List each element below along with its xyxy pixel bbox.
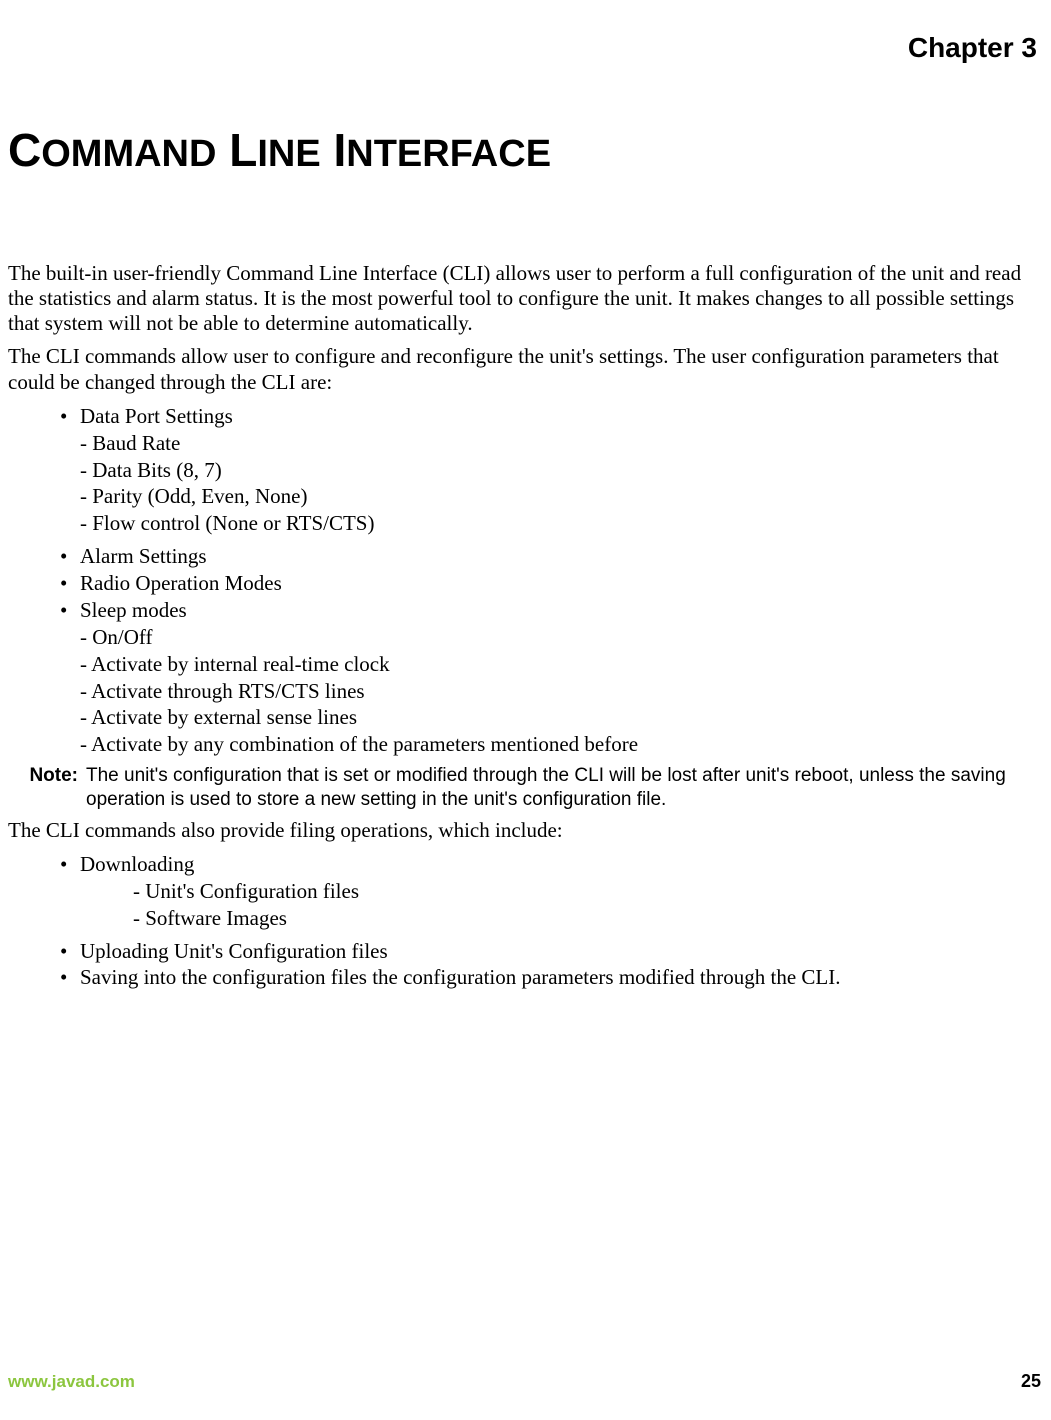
title-word-1a: C (8, 124, 41, 176)
intro-paragraph-1: The built-in user-friendly Command Line … (8, 261, 1043, 337)
parameter-list: Data Port Settings (8, 403, 1043, 430)
sub-item: - On/Off (8, 624, 1043, 651)
sub-item: - Flow control (None or RTS/CTS) (8, 510, 1043, 537)
footer-page-number: 25 (1021, 1371, 1041, 1392)
title-word-3b: NTERFACE (346, 133, 551, 175)
filing-list: Uploading Unit's Configuration files Sav… (8, 938, 1043, 992)
list-item: Alarm Settings (8, 543, 1043, 570)
sub-item: - Parity (Odd, Even, None) (8, 483, 1043, 510)
sub-item: - Data Bits (8, 7) (8, 457, 1043, 484)
list-item: Downloading (8, 851, 1043, 878)
paragraph-3: The CLI commands also provide filing ope… (8, 818, 1043, 843)
note-body: The unit's configuration that is set or … (86, 764, 1043, 812)
title-word-3a: I (333, 124, 346, 176)
sub-item: - Activate by any combination of the par… (8, 731, 1043, 758)
page-title: COMMAND LINE INTERFACE (8, 126, 1043, 175)
title-word-1b: OMMAND (41, 133, 216, 175)
sub-item: - Activate by external sense lines (8, 704, 1043, 731)
intro-paragraph-2: The CLI commands allow user to configure… (8, 344, 1043, 394)
sub-item: - Activate through RTS/CTS lines (8, 678, 1043, 705)
note-block: Note: The unit's configuration that is s… (8, 764, 1043, 812)
title-word-2a: L (229, 124, 257, 176)
parameter-list: Alarm Settings Radio Operation Modes Sle… (8, 543, 1043, 624)
chapter-label: Chapter 3 (8, 32, 1037, 64)
sub-item: - Baud Rate (8, 430, 1043, 457)
footer-url: www.javad.com (8, 1372, 135, 1392)
filing-list: Downloading (8, 851, 1043, 878)
list-item: Radio Operation Modes (8, 570, 1043, 597)
page-footer: www.javad.com 25 (8, 1371, 1041, 1392)
sub-item: - Software Images (8, 905, 1043, 932)
list-item: Saving into the configuration files the … (8, 964, 1043, 991)
list-item: Data Port Settings (8, 403, 1043, 430)
sub-item: - Activate by internal real-time clock (8, 651, 1043, 678)
title-word-2b: INE (257, 133, 320, 175)
list-item: Sleep modes (8, 597, 1043, 624)
note-label: Note: (8, 764, 86, 788)
sub-item: - Unit's Configuration files (8, 878, 1043, 905)
list-item: Uploading Unit's Configuration files (8, 938, 1043, 965)
